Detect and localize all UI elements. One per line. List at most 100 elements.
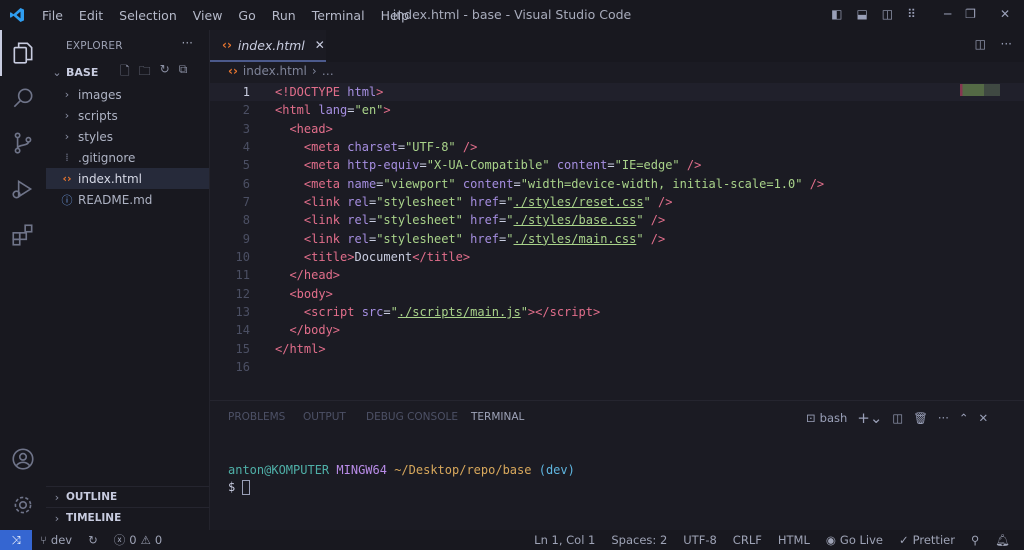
minimap[interactable] bbox=[960, 84, 1000, 96]
tab-debug-console[interactable]: DEBUG CONSOLE bbox=[366, 411, 458, 423]
menu-edit[interactable]: Edit bbox=[79, 8, 103, 23]
breadcrumb-symbol[interactable]: … bbox=[322, 64, 334, 78]
more-actions-icon[interactable]: ··· bbox=[938, 411, 949, 425]
terminal-output[interactable]: anton@KOMPUTER MINGW64 ~/Desktop/repo/ba… bbox=[228, 462, 575, 496]
menu-help[interactable]: Help bbox=[381, 8, 410, 23]
search-icon[interactable] bbox=[10, 85, 36, 111]
line-number: 4 bbox=[242, 139, 250, 154]
customize-layout-icon[interactable]: ⠿ bbox=[907, 7, 916, 21]
branch-indicator[interactable]: ⑂ dev bbox=[40, 533, 72, 547]
code-token-tag: ></script> bbox=[527, 304, 601, 319]
tab-output[interactable]: OUTPUT bbox=[303, 411, 346, 423]
code-line[interactable]: 11 </head> bbox=[210, 266, 1024, 284]
restore-icon[interactable]: ❐ bbox=[965, 7, 976, 21]
code-line[interactable]: 14 </body> bbox=[210, 321, 1024, 339]
toggle-sidebar-icon[interactable]: ◧ bbox=[831, 7, 842, 21]
folder-base[interactable]: ⌄ BASE 🗋 🗀 ↻ ⧉ bbox=[46, 62, 209, 83]
split-editor-icon[interactable]: ◫ bbox=[975, 37, 986, 51]
code-editor[interactable]: 1 <!DOCTYPE html >2 <html lang = "en" >3 <head… bbox=[210, 83, 1024, 376]
indentation[interactable]: Spaces: 2 bbox=[611, 533, 667, 547]
line-ending[interactable]: CRLF bbox=[733, 533, 762, 547]
prettier-button[interactable]: ✓ Prettier bbox=[899, 533, 955, 547]
code-token-link: ./styles/main.css bbox=[513, 231, 637, 246]
line-number: 9 bbox=[242, 231, 250, 246]
remote-indicator-icon[interactable]: ⤨ bbox=[0, 530, 32, 550]
explorer-icon[interactable] bbox=[10, 40, 36, 66]
tab-terminal[interactable]: TERMINAL bbox=[471, 411, 524, 423]
cursor-position[interactable]: Ln 1, Col 1 bbox=[534, 533, 595, 547]
tree-item-images[interactable]: › images bbox=[46, 84, 209, 105]
more-actions-icon[interactable]: ··· bbox=[1001, 37, 1012, 51]
timeline-section[interactable]: › TIMELINE bbox=[46, 507, 209, 528]
minimize-icon[interactable]: ─ bbox=[944, 7, 951, 21]
tab-problems[interactable]: PROBLEMS bbox=[228, 411, 285, 423]
feedback-icon[interactable]: ⚲ bbox=[971, 533, 979, 547]
code-line[interactable]: 12 <body> bbox=[210, 285, 1024, 303]
code-token-attr: rel bbox=[347, 194, 369, 209]
outline-section[interactable]: › OUTLINE bbox=[46, 486, 209, 507]
code-line[interactable]: 13 <script src = " ./scripts/main.js " ></scr… bbox=[210, 303, 1024, 321]
tree-item-index-html[interactable]: ‹› index.html bbox=[46, 168, 209, 189]
code-token-attr: rel bbox=[347, 213, 369, 228]
new-folder-icon[interactable]: 🗀 bbox=[139, 62, 151, 83]
menu-run[interactable]: Run bbox=[272, 8, 296, 23]
tree-item-gitignore[interactable]: ⁞ .gitignore bbox=[46, 147, 209, 168]
source-control-icon[interactable] bbox=[10, 130, 36, 156]
code-line[interactable]: 4 <meta charset = "UTF-8" /> bbox=[210, 138, 1024, 156]
go-live-button[interactable]: ◉ Go Live bbox=[826, 533, 883, 547]
menu-go[interactable]: Go bbox=[238, 8, 255, 23]
toggle-panel-icon[interactable]: ⬓ bbox=[856, 7, 867, 21]
breadcrumb-file[interactable]: index.html bbox=[243, 64, 307, 78]
code-line[interactable]: 3 <head> bbox=[210, 120, 1024, 138]
code-line[interactable]: 8 <link rel = "stylesheet" href = " ./styles/… bbox=[210, 211, 1024, 229]
tree-item-scripts[interactable]: › scripts bbox=[46, 105, 209, 126]
new-terminal-icon[interactable]: +⌄ bbox=[857, 409, 882, 427]
menu-file[interactable]: File bbox=[42, 8, 63, 23]
tab-index-html[interactable]: ‹› index.html ✕ bbox=[210, 30, 326, 62]
code-token-attr: name bbox=[347, 176, 377, 191]
sync-icon[interactable]: ↻ bbox=[88, 533, 98, 547]
menu-selection[interactable]: Selection bbox=[119, 8, 177, 23]
menu-terminal[interactable]: Terminal bbox=[312, 8, 365, 23]
code-line[interactable]: 15 </html> bbox=[210, 340, 1024, 358]
collapse-all-icon[interactable]: ⧉ bbox=[179, 62, 188, 83]
chevron-right-icon: › bbox=[54, 490, 60, 504]
close-tab-icon[interactable]: ✕ bbox=[315, 38, 325, 52]
close-window-icon[interactable]: ✕ bbox=[1000, 7, 1010, 21]
new-file-icon[interactable]: 🗋 bbox=[120, 62, 130, 83]
toggle-secondary-sidebar-icon[interactable]: ◫ bbox=[882, 7, 893, 21]
maximize-panel-icon[interactable]: ⌃ bbox=[959, 411, 969, 425]
code-token-tag: /> bbox=[809, 176, 825, 191]
file-icon: ⁞ bbox=[65, 151, 69, 164]
problems-indicator[interactable]: ⓧ 0 ⚠ 0 bbox=[114, 532, 162, 548]
split-terminal-icon[interactable]: ◫ bbox=[892, 411, 903, 425]
code-line[interactable]: 6 <meta name = "viewport" content = "width=d… bbox=[210, 175, 1024, 193]
code-line[interactable]: 9 <link rel = "stylesheet" href = " ./styles/… bbox=[210, 230, 1024, 248]
settings-gear-icon[interactable] bbox=[10, 492, 36, 518]
extensions-icon[interactable] bbox=[10, 222, 36, 248]
more-actions-icon[interactable]: ··· bbox=[182, 36, 193, 50]
title-bar: File Edit Selection View Go Run Terminal Help i… bbox=[0, 0, 1024, 30]
html-file-icon: ‹› bbox=[222, 38, 232, 52]
terminal-shell-label[interactable]: bash bbox=[820, 411, 848, 425]
code-line[interactable]: 10 <title> Document </title> bbox=[210, 248, 1024, 266]
encoding[interactable]: UTF-8 bbox=[683, 533, 717, 547]
code-line[interactable]: 16 bbox=[210, 358, 1024, 376]
close-panel-icon[interactable]: ✕ bbox=[979, 411, 989, 425]
code-line[interactable]: 7 <link rel = "stylesheet" href = " ./styles/… bbox=[210, 193, 1024, 211]
account-icon[interactable] bbox=[10, 446, 36, 472]
tree-item-styles[interactable]: › styles bbox=[46, 126, 209, 147]
code-line[interactable]: 2 <html lang = "en" > bbox=[210, 101, 1024, 119]
terminal-cursor bbox=[242, 480, 251, 495]
notifications-bell-icon[interactable]: 🔔︎ bbox=[995, 533, 1010, 547]
code-line[interactable]: 5 <meta http-equiv = "X-UA-Compatible" con… bbox=[210, 156, 1024, 174]
code-line[interactable]: 1 <!DOCTYPE html > bbox=[210, 83, 1024, 102]
run-debug-icon[interactable] bbox=[10, 176, 36, 202]
tree-item-readme[interactable]: ⓘ README.md bbox=[46, 189, 209, 210]
code-token-tag: > bbox=[383, 103, 391, 118]
menu-view[interactable]: View bbox=[193, 8, 223, 23]
tab-bar: ‹› index.html ✕ ◫ ··· bbox=[210, 30, 1024, 62]
refresh-icon[interactable]: ↻ bbox=[160, 62, 170, 83]
kill-terminal-icon[interactable]: 🗑 bbox=[913, 411, 928, 425]
language-mode[interactable]: HTML bbox=[778, 533, 810, 547]
